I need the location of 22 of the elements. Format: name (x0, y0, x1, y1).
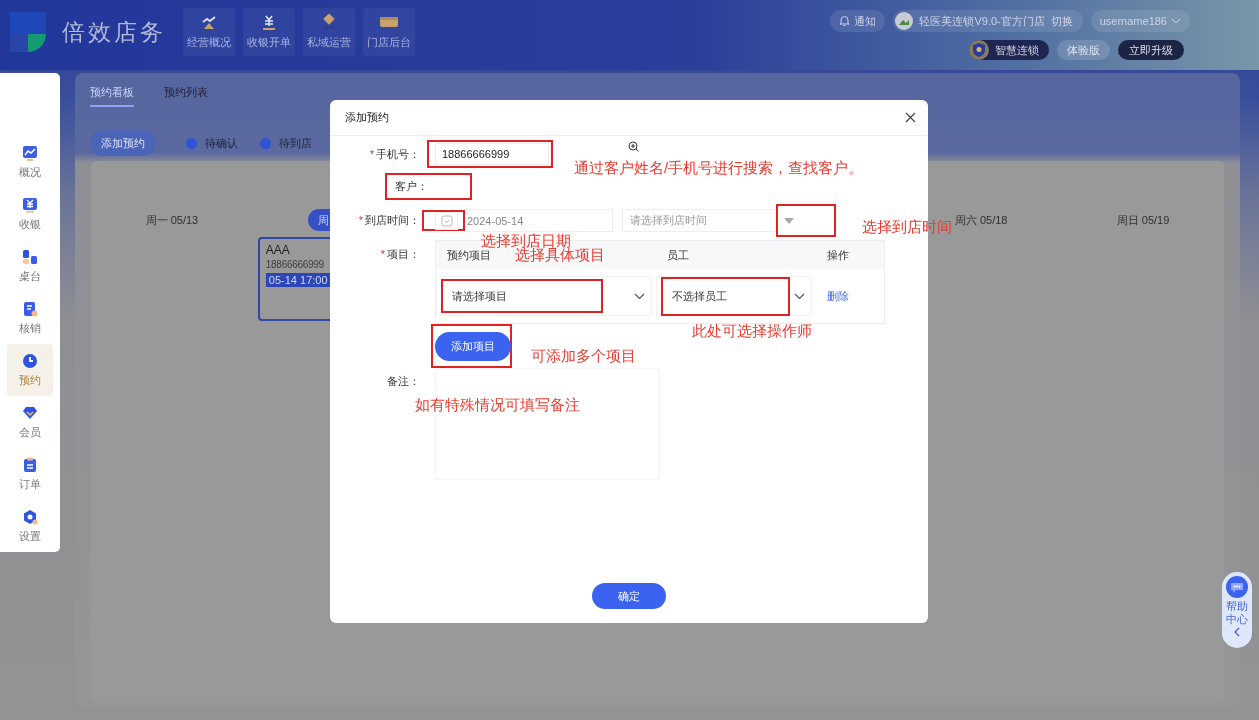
plan-badge: 智慧连锁 (969, 40, 1049, 60)
legend-label: 待到店 (279, 135, 312, 151)
field-label: 客户： (395, 179, 428, 194)
dialog-title: 添加预约 (345, 110, 389, 125)
annotation-text: 如有特殊情况可填写备注 (415, 396, 580, 415)
annotation-text: 此处可选择操作师 (692, 322, 812, 341)
customer-name: AAA (265, 243, 290, 257)
field-label: * 到店时间： (357, 213, 420, 228)
appointment-time: 05-14 17:00 (265, 273, 331, 287)
store-name: 轻医美连锁V9.0-官方门店 (919, 13, 1045, 29)
field-label: 备注： (386, 374, 420, 389)
legend-label: 待确认 (205, 135, 238, 151)
field-label: * 手机号： (368, 146, 420, 162)
logo-title: 倍效店务 (62, 17, 166, 47)
column-header: 员工 (667, 247, 689, 263)
field-label: * 项目： (379, 247, 420, 262)
annotation-text: 可添加多个项目 (531, 347, 636, 366)
column-header: 预约项目 (447, 248, 491, 263)
annotation-text: 选择到店日期 (481, 232, 571, 249)
annotation-text: 通过客户姓名/手机号进行搜索，查找客户。 (574, 159, 864, 178)
customer-phone: 18866666999 (265, 259, 324, 270)
column-header: 操作 (827, 247, 849, 263)
